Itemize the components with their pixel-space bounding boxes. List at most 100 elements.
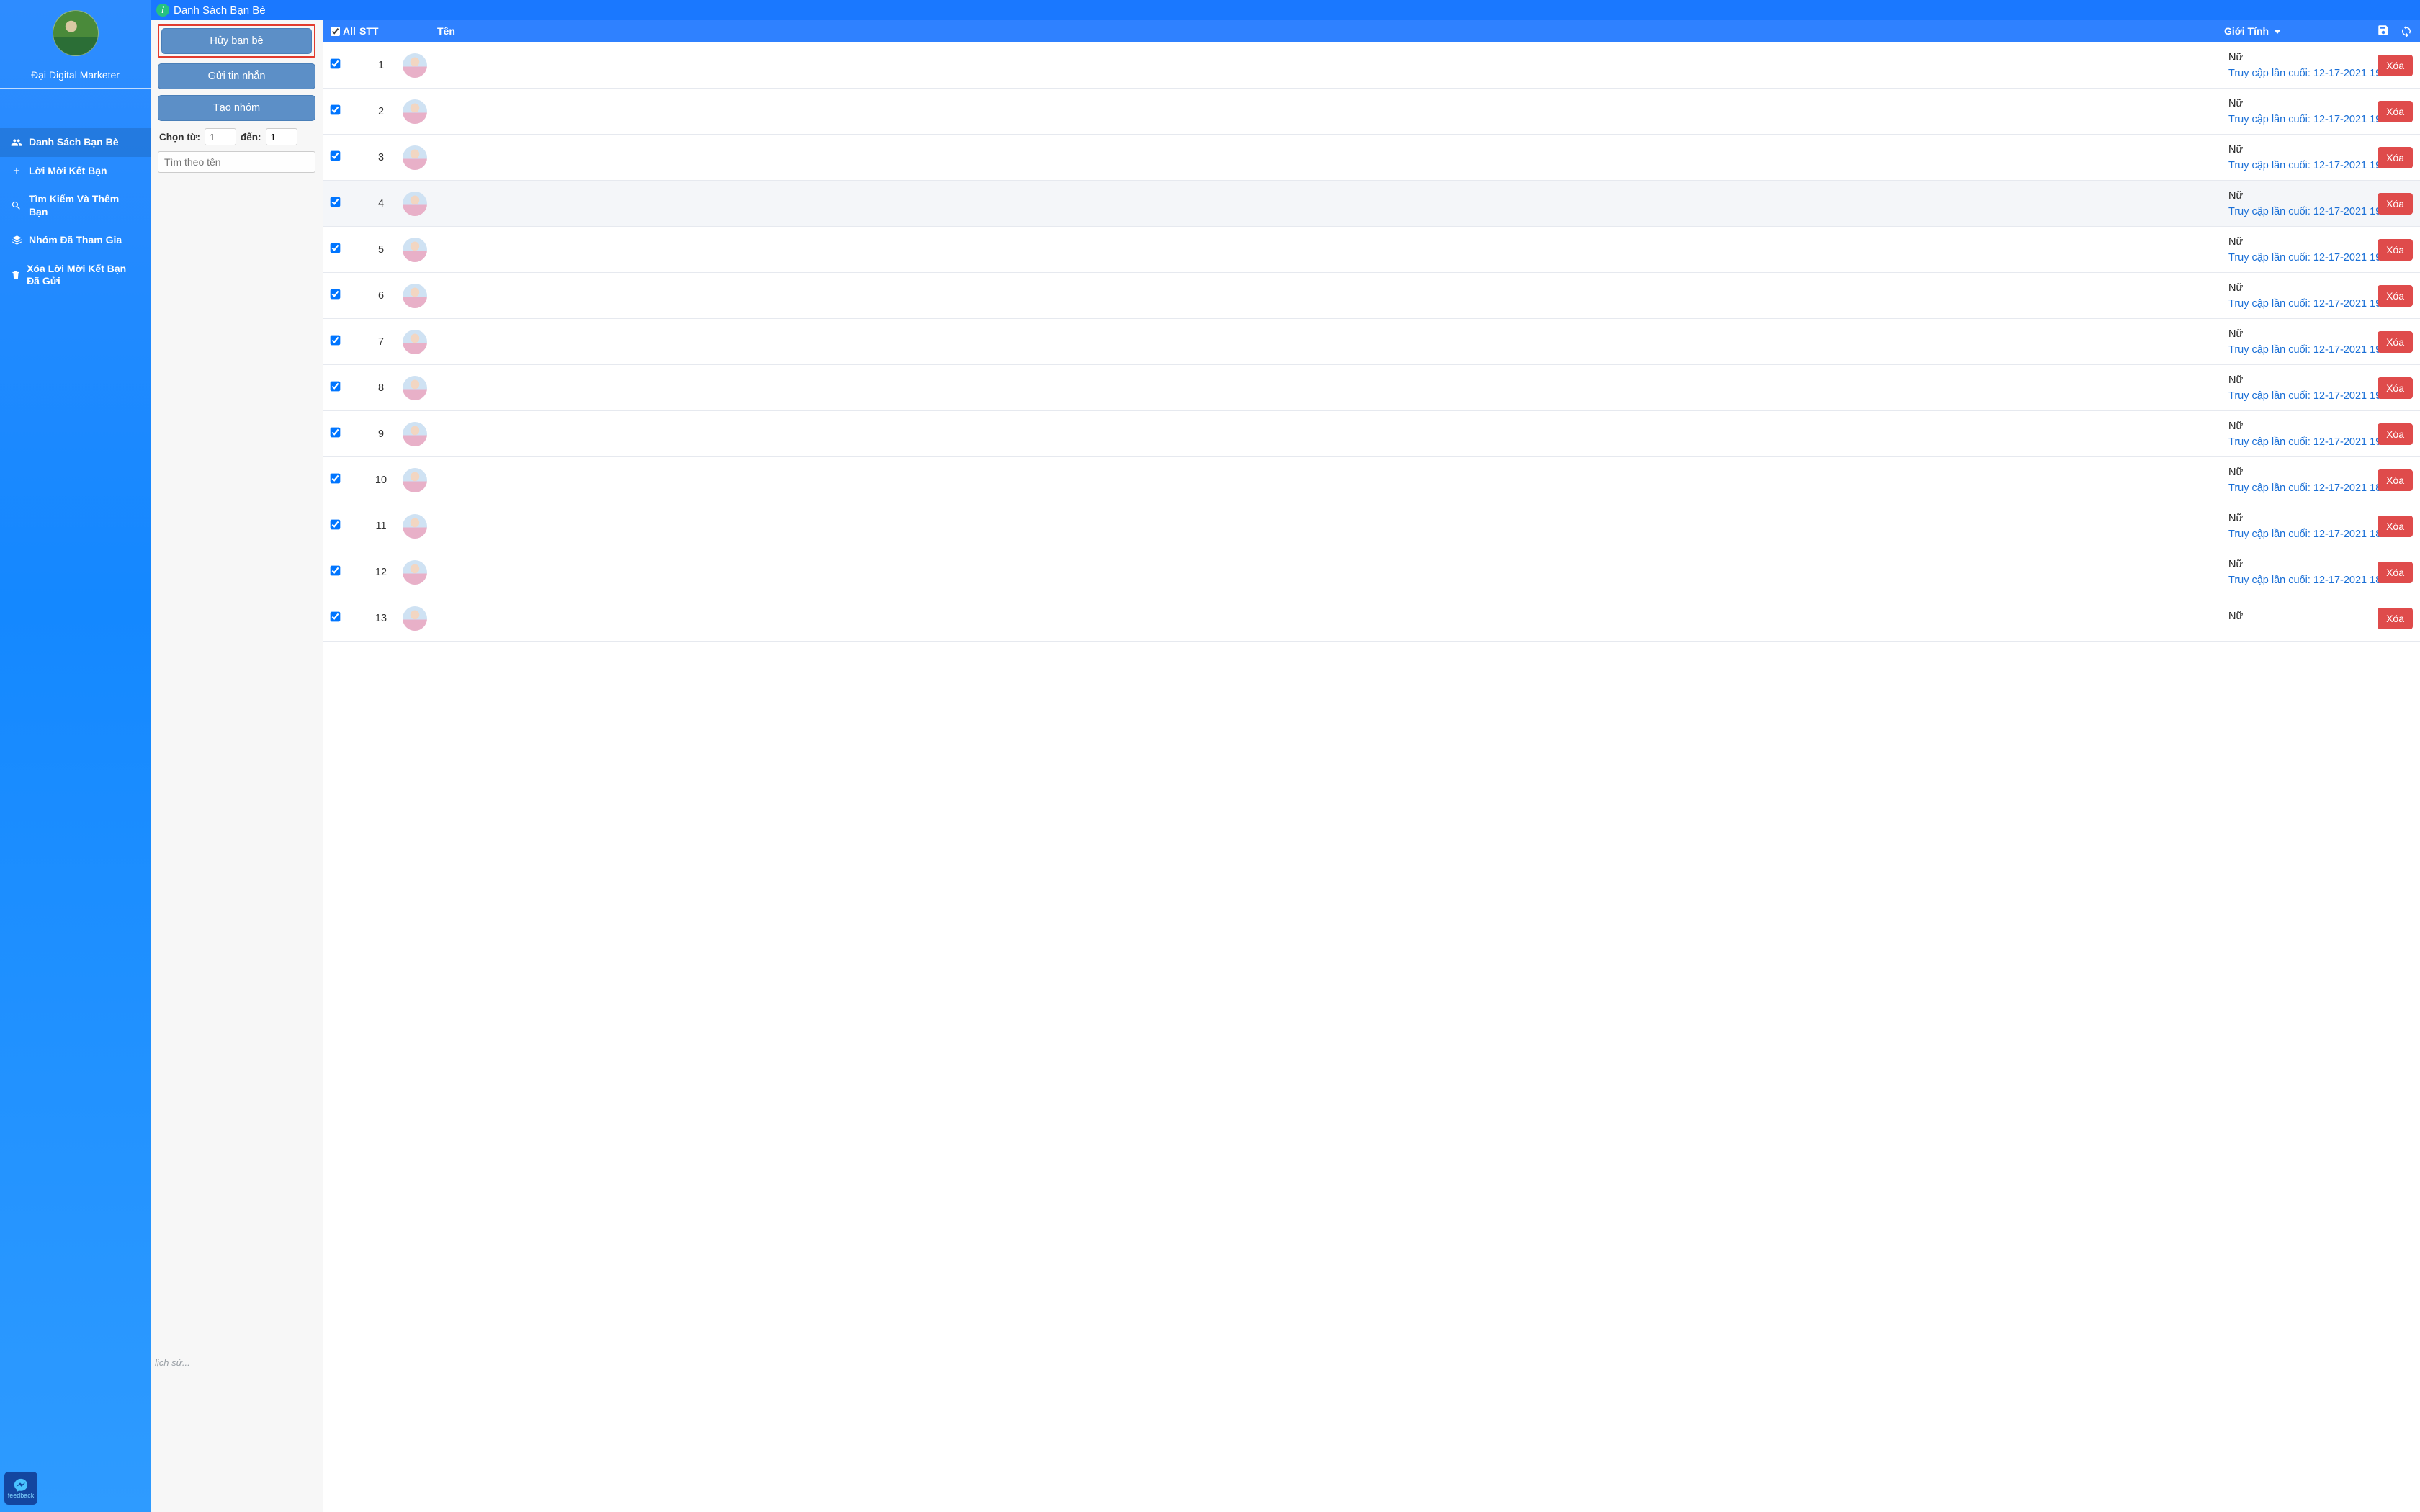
row-stt: 13 bbox=[359, 613, 403, 624]
delete-button[interactable]: Xóa bbox=[2378, 285, 2413, 307]
row-gender-cell: Nữ Truy cập lần cuối: 12-17-2021 19:31 bbox=[2228, 282, 2372, 310]
layers-icon bbox=[10, 235, 23, 246]
row-last-access: Truy cập lần cuối: 12-17-2021 18:47 bbox=[2228, 482, 2396, 494]
delete-button[interactable]: Xóa bbox=[2378, 331, 2413, 353]
send-message-button[interactable]: Gửi tin nhắn bbox=[158, 63, 315, 89]
top-strip bbox=[323, 0, 2420, 20]
row-checkbox[interactable] bbox=[331, 566, 341, 576]
row-gender: Nữ bbox=[2228, 98, 2372, 109]
friends-table-body[interactable]: 1 Tống Ngà ID: 5 Nữ Truy cập lần cuối: 1… bbox=[323, 42, 2420, 1512]
row-last-access: Truy cập lần cuối: 12-17-2021 18:44 bbox=[2228, 528, 2396, 540]
delete-button[interactable]: Xóa bbox=[2378, 608, 2413, 629]
avatar[interactable] bbox=[403, 560, 427, 585]
save-icon[interactable] bbox=[2377, 24, 2390, 39]
row-last-access: Truy cập lần cuối: 12-17-2021 19:07 bbox=[2228, 436, 2396, 448]
row-gender-cell: Nữ bbox=[2228, 611, 2372, 626]
unfriend-button[interactable]: Hủy bạn bè bbox=[161, 28, 312, 54]
table-row[interactable]: 6 Võ T Ngà ID: 3 Nữ Truy cập lần cuối: 1… bbox=[323, 273, 2420, 319]
delete-button[interactable]: Xóa bbox=[2378, 423, 2413, 445]
row-checkbox[interactable] bbox=[331, 105, 341, 115]
col-select-all[interactable]: All bbox=[331, 25, 359, 37]
row-checkbox[interactable] bbox=[331, 151, 341, 161]
row-checkbox[interactable] bbox=[331, 59, 341, 69]
delete-button[interactable]: Xóa bbox=[2378, 239, 2413, 261]
avatar[interactable] bbox=[403, 330, 427, 354]
row-checkbox[interactable] bbox=[331, 336, 341, 346]
col-gender-sort[interactable]: Giới Tính bbox=[2224, 25, 2368, 37]
profile-avatar[interactable] bbox=[53, 10, 99, 56]
row-gender: Nữ bbox=[2228, 374, 2372, 386]
table-row[interactable]: 9 Cẩm Ngà ID: 9 Nữ Truy cập lần cuối: 12… bbox=[323, 411, 2420, 457]
avatar[interactable] bbox=[403, 145, 427, 170]
row-checkbox[interactable] bbox=[331, 243, 341, 253]
row-gender: Nữ bbox=[2228, 328, 2372, 340]
row-gender-cell: Nữ Truy cập lần cuối: 12-17-2021 19:39 bbox=[2228, 190, 2372, 217]
row-gender-cell: Nữ Truy cập lần cuối: 12-17-2021 19:44 bbox=[2228, 144, 2372, 171]
delete-button[interactable]: Xóa bbox=[2378, 193, 2413, 215]
sidebar-nav: Danh Sách Bạn Bè Lời Mời Kết Bạn Tìm Kiế… bbox=[0, 128, 151, 296]
row-last-access: Truy cập lần cuối: 12-17-2021 19:11 bbox=[2228, 390, 2395, 402]
table-row[interactable]: 3 Cẩm Ngà ID: 5 Nữ Truy cập lần cuối: 12… bbox=[323, 135, 2420, 181]
row-last-access: Truy cập lần cuối: 12-17-2021 19:39 bbox=[2228, 206, 2396, 217]
col-gender-label: Giới Tính bbox=[2224, 25, 2269, 37]
row-stt: 2 bbox=[359, 106, 403, 117]
sidebar-item-delete-sent-requests[interactable]: Xóa Lời Mời Kết Bạn Đã Gửi bbox=[0, 255, 151, 296]
table-row[interactable]: 13 Vũ H Ngà ID: Nữ Xóa bbox=[323, 595, 2420, 642]
avatar[interactable] bbox=[403, 514, 427, 539]
row-gender-cell: Nữ Truy cập lần cuối: 12-17-2021 19:11 bbox=[2228, 374, 2372, 402]
avatar[interactable] bbox=[403, 376, 427, 400]
sidebar-item-friend-requests[interactable]: Lời Mời Kết Bạn bbox=[0, 157, 151, 186]
sidebar-item-friends-list[interactable]: Danh Sách Bạn Bè bbox=[0, 128, 151, 157]
row-checkbox[interactable] bbox=[331, 382, 341, 392]
info-icon[interactable]: i bbox=[156, 4, 169, 17]
delete-button[interactable]: Xóa bbox=[2378, 469, 2413, 491]
delete-button[interactable]: Xóa bbox=[2378, 101, 2413, 122]
table-row[interactable]: 4 Thảo Ngà ID: 4 Nữ Truy cập lần cuối: 1… bbox=[323, 181, 2420, 227]
avatar[interactable] bbox=[403, 53, 427, 78]
refresh-icon[interactable] bbox=[2400, 24, 2413, 39]
row-checkbox[interactable] bbox=[331, 612, 341, 622]
row-checkbox[interactable] bbox=[331, 428, 341, 438]
sidebar-item-search-add[interactable]: Tìm Kiếm Và Thêm Bạn bbox=[0, 185, 151, 226]
range-to-input[interactable] bbox=[266, 128, 297, 145]
feedback-button[interactable]: feedback bbox=[4, 1472, 37, 1505]
row-gender: Nữ bbox=[2228, 559, 2372, 570]
sidebar-item-groups[interactable]: Nhóm Đã Tham Gia bbox=[0, 226, 151, 255]
row-checkbox[interactable] bbox=[331, 289, 341, 300]
avatar[interactable] bbox=[403, 99, 427, 124]
create-group-button[interactable]: Tạo nhóm bbox=[158, 95, 315, 121]
avatar[interactable] bbox=[403, 238, 427, 262]
avatar[interactable] bbox=[403, 422, 427, 446]
delete-button[interactable]: Xóa bbox=[2378, 147, 2413, 168]
search-name-input[interactable] bbox=[158, 151, 315, 173]
row-last-access: Truy cập lần cuối: 12-17-2021 18:26 bbox=[2228, 575, 2396, 586]
table-row[interactable]: 10 Kid' Ngà ID: 2 Nữ Truy cập lần cuối: … bbox=[323, 457, 2420, 503]
table-row[interactable]: 12 Ngo Ngà ID: 2 Nữ Truy cập lần cuối: 1… bbox=[323, 549, 2420, 595]
table-row[interactable]: 11 Hoà Ngà ID: 7 Nữ Truy cập lần cuối: 1… bbox=[323, 503, 2420, 549]
delete-button[interactable]: Xóa bbox=[2378, 377, 2413, 399]
table-header: All STT Tên Giới Tính bbox=[323, 20, 2420, 42]
table-row[interactable]: 7 Thu Ngà ID: 4 Nữ Truy cập lần cuối: 12… bbox=[323, 319, 2420, 365]
row-last-access: Truy cập lần cuối: 12-17-2021 19:31 bbox=[2228, 298, 2396, 310]
avatar[interactable] bbox=[403, 284, 427, 308]
delete-button[interactable]: Xóa bbox=[2378, 55, 2413, 76]
avatar[interactable] bbox=[403, 192, 427, 216]
delete-button[interactable]: Xóa bbox=[2378, 562, 2413, 583]
row-checkbox[interactable] bbox=[331, 474, 341, 484]
row-stt: 3 bbox=[359, 152, 403, 163]
delete-button[interactable]: Xóa bbox=[2378, 516, 2413, 537]
table-row[interactable]: 1 Tống Ngà ID: 5 Nữ Truy cập lần cuối: 1… bbox=[323, 42, 2420, 89]
range-from-input[interactable] bbox=[205, 128, 236, 145]
highlight-frame: Hủy bạn bè bbox=[158, 24, 315, 58]
table-row[interactable]: 8 Joy Ngà ID: 1 Nữ Truy cập lần cuối: 12… bbox=[323, 365, 2420, 411]
row-checkbox[interactable] bbox=[331, 520, 341, 530]
row-last-access: Truy cập lần cuối: 12-17-2021 19:35 bbox=[2228, 252, 2396, 264]
avatar[interactable] bbox=[403, 468, 427, 492]
row-stt: 6 bbox=[359, 290, 403, 302]
row-stt: 5 bbox=[359, 244, 403, 256]
table-row[interactable]: 5 Bùi Ngà ID: 2 Nữ Truy cập lần cuối: 12… bbox=[323, 227, 2420, 273]
row-checkbox[interactable] bbox=[331, 197, 341, 207]
select-all-checkbox[interactable] bbox=[331, 27, 340, 36]
table-row[interactable]: 2 Ngo Ngà ID: 1 Nữ Truy cập lần cuối: 12… bbox=[323, 89, 2420, 135]
avatar[interactable] bbox=[403, 606, 427, 631]
